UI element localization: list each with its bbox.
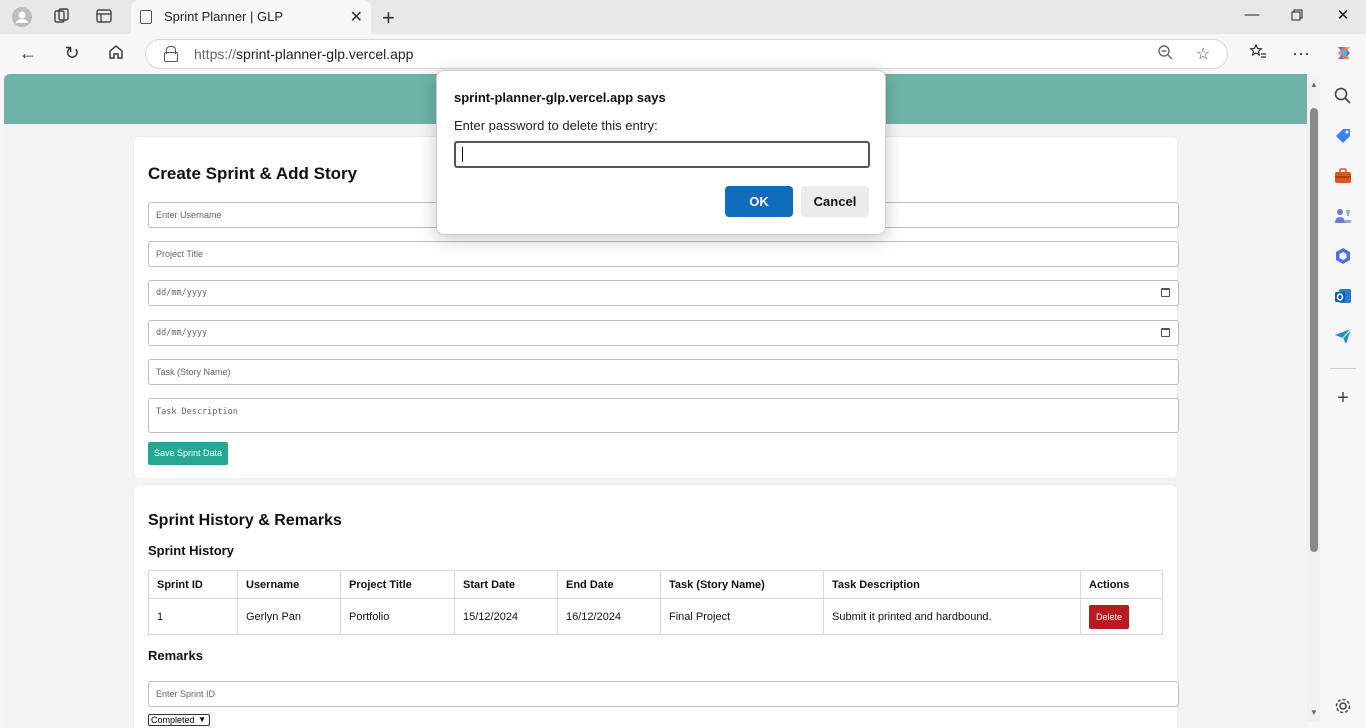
send-icon[interactable] [1333,326,1353,346]
cell-project-title: Portfolio [340,598,455,635]
m365-icon[interactable] [1333,246,1353,266]
text-caret [462,147,463,162]
sidebar-divider [1330,368,1356,369]
url-protocol: https:// [194,46,237,62]
restore-icon[interactable] [1287,8,1307,25]
dialog-title: sprint-planner-glp.vercel.app says [454,90,666,105]
password-input[interactable] [454,141,870,168]
sprint-history-card: Sprint History & Remarks Sprint History … [134,485,1179,728]
profile-icon[interactable] [12,7,32,27]
ok-button[interactable]: OK [725,186,793,217]
end-date-input[interactable]: dd/mm/yyyy [148,320,1179,346]
workspaces-icon[interactable] [52,7,72,27]
lock-icon[interactable] [164,46,178,62]
status-selected-value: Completed [151,715,195,725]
end-date-placeholder: dd/mm/yyyy [156,328,208,338]
copilot-icon[interactable] [1333,43,1355,68]
url-host: sprint-planner-glp.vercel.app [236,46,414,62]
column-header: Sprint ID [148,570,238,599]
vertical-tabs-icon[interactable] [94,7,114,27]
shopping-tag-icon[interactable] [1333,126,1353,146]
cell-end-date: 16/12/2024 [557,598,661,635]
column-header: Task Description [823,570,1081,599]
active-tab[interactable]: Sprint Planner | GLP ✕ [131,0,371,34]
cell-start-date: 15/12/2024 [454,598,558,635]
cell-task: Final Project [660,598,824,635]
favorite-star-icon[interactable]: ☆ [1196,44,1210,64]
sprint-history-heading: Sprint History & Remarks [148,512,342,529]
task-input[interactable]: Task (Story Name) [148,359,1179,385]
scroll-up-arrow-icon[interactable]: ▲ [1310,80,1318,89]
remarks-sprint-id-placeholder: Enter Sprint ID [156,689,216,699]
dialog-message: Enter password to delete this entry: [454,118,658,133]
cell-description: Submit it printed and hardbound. [823,598,1081,635]
close-window-icon[interactable]: ✕ [1333,6,1353,24]
tab-title: Sprint Planner | GLP [164,9,283,24]
create-sprint-heading: Create Sprint & Add Story [148,164,358,183]
column-header: End Date [557,570,661,599]
save-sprint-button[interactable]: Save Sprint Data [148,442,229,465]
search-icon[interactable] [1333,86,1353,106]
calendar-icon[interactable] [1161,328,1170,337]
cell-sprint-id: 1 [148,598,238,635]
column-header: Actions [1080,570,1163,599]
project-title-placeholder: Project Title [156,249,204,259]
password-prompt-dialog: sprint-planner-glp.vercel.app says Enter… [436,70,886,235]
start-date-placeholder: dd/mm/yyyy [156,288,208,298]
task-placeholder: Task (Story Name) [156,367,231,377]
url-field[interactable]: https://sprint-planner-glp.vercel.app ☆ [145,39,1228,69]
page-scrollbar[interactable]: ▲ ▼ [1307,76,1321,722]
table-header-row: Sprint ID Username Project Title Start D… [148,570,1163,599]
username-placeholder: Enter Username [156,210,222,220]
column-header: Start Date [454,570,558,599]
tab-bar: Sprint Planner | GLP ✕ + — ✕ [0,0,1366,34]
home-icon[interactable] [105,43,127,66]
new-tab-icon[interactable]: + [382,5,395,31]
project-title-input[interactable]: Project Title [148,241,1179,267]
tools-briefcase-icon[interactable] [1333,166,1353,186]
table-row: 1 Gerlyn Pan Portfolio 15/12/2024 16/12/… [148,598,1163,635]
scrollbar-thumb[interactable] [1310,108,1318,552]
address-bar: ← ↻ https://sprint-planner-glp.vercel.ap… [0,34,1366,74]
start-date-input[interactable]: dd/mm/yyyy [148,280,1179,306]
page-icon [140,10,152,24]
outlook-icon[interactable] [1333,286,1353,306]
favorites-icon[interactable] [1247,43,1269,66]
cell-actions: Delete [1080,598,1163,635]
zoom-icon[interactable] [1157,44,1173,65]
cell-username: Gerlyn Pan [237,598,341,635]
close-tab-icon[interactable]: ✕ [350,7,363,27]
scroll-down-arrow-icon[interactable]: ▼ [1310,708,1318,717]
remarks-heading: Remarks [148,648,203,663]
back-icon[interactable]: ← [17,43,39,64]
delete-button[interactable]: Delete [1089,604,1130,629]
more-menu-icon[interactable]: ··· [1290,43,1312,64]
url-text: https://sprint-planner-glp.vercel.app [194,46,413,62]
sprint-history-table: Sprint ID Username Project Title Start D… [148,570,1163,635]
chevron-down-icon: ▼ [198,715,206,724]
task-description-textarea[interactable]: Task Description [148,398,1179,433]
edge-sidebar: + [1320,74,1366,728]
status-select[interactable]: Completed ▼ [148,714,210,726]
refresh-icon[interactable]: ↻ [61,43,83,64]
calendar-icon[interactable] [1161,288,1170,297]
cancel-button[interactable]: Cancel [801,186,869,217]
column-header: Project Title [340,570,455,599]
gear-icon[interactable] [1333,696,1353,716]
add-icon[interactable]: + [1333,388,1353,408]
minimize-icon[interactable]: — [1242,6,1262,23]
column-header: Username [237,570,341,599]
sprint-history-subheading: Sprint History [148,543,234,558]
column-header: Task (Story Name) [660,570,824,599]
task-description-placeholder: Task Description [156,407,238,417]
games-icon[interactable] [1333,206,1353,226]
remarks-sprint-id-input[interactable]: Enter Sprint ID [148,681,1179,707]
